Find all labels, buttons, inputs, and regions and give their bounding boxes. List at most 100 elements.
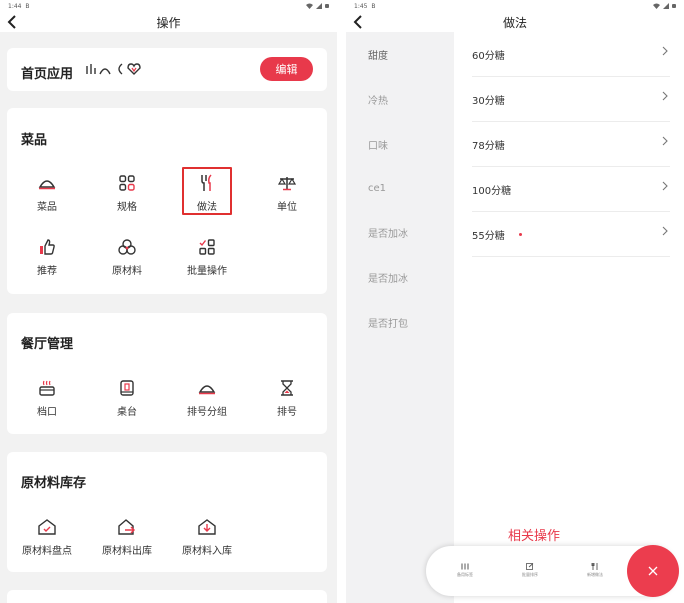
grid-item-label: 推荐 bbox=[37, 266, 57, 277]
option-row[interactable]: 55分糖 bbox=[472, 212, 670, 257]
battery-icon bbox=[325, 4, 329, 8]
ingredients-mini-icon bbox=[86, 64, 96, 74]
back-button[interactable] bbox=[350, 14, 366, 30]
action-add-method[interactable]: 新增做法 bbox=[572, 563, 618, 578]
battery-icon bbox=[672, 4, 676, 8]
queue-group-icon bbox=[196, 377, 218, 399]
header: 做法 bbox=[346, 12, 684, 32]
back-button[interactable] bbox=[4, 14, 20, 30]
action-label: 新增做法 bbox=[587, 572, 603, 577]
inbound-icon bbox=[196, 516, 218, 538]
signal-icon bbox=[316, 3, 322, 9]
action-batch-sort[interactable]: 批量排序 bbox=[507, 563, 553, 578]
page-title: 做法 bbox=[502, 15, 527, 30]
chevron-right-icon bbox=[662, 226, 668, 236]
grid-item-ingredients[interactable]: 原材料 bbox=[97, 236, 157, 277]
grid-item-label: 原材料入库 bbox=[182, 546, 232, 557]
grid-item-spec[interactable]: 规格 bbox=[97, 172, 157, 213]
option-row[interactable]: 78分糖 bbox=[472, 122, 670, 167]
ingredients-icon bbox=[116, 236, 138, 258]
category-item[interactable]: 冷热 bbox=[346, 77, 454, 121]
grid-item-label: 桌台 bbox=[117, 407, 137, 418]
option-label: 60分糖 bbox=[472, 50, 505, 62]
related-actions-label: 相关操作 bbox=[508, 529, 561, 544]
batch-grid-icon bbox=[196, 236, 218, 258]
chevron-right-icon bbox=[662, 181, 668, 191]
dishes-card: 菜品 菜品 规格 做法 单位 推荐 原材料 批量操作 bbox=[7, 108, 327, 294]
cutlery-icon bbox=[591, 563, 598, 570]
option-label: 30分糖 bbox=[472, 95, 505, 107]
grid-item-recommend[interactable]: 推荐 bbox=[17, 236, 77, 277]
inventory-title: 原材料库存 bbox=[21, 476, 87, 491]
list-icon bbox=[461, 563, 469, 570]
scale-icon bbox=[276, 172, 298, 194]
category-item[interactable]: 口味 bbox=[346, 122, 454, 166]
queue-mini-icon bbox=[99, 68, 111, 75]
next-card bbox=[7, 590, 327, 603]
system-icons bbox=[306, 3, 329, 9]
grid-item-label: 原材料盘点 bbox=[22, 546, 72, 557]
page-title: 操作 bbox=[156, 15, 181, 30]
table-icon bbox=[116, 377, 138, 399]
left-screen: 1:44 B 操作 首页应用 编辑 菜品 菜品 规格 做法 单位 推荐 原材料 … bbox=[0, 0, 337, 603]
grid-item-label: 档口 bbox=[37, 407, 57, 418]
grid-item-queue-group[interactable]: 排号分组 bbox=[177, 377, 237, 418]
grid-item-batch[interactable]: 批量操作 bbox=[177, 236, 237, 277]
edit-icon bbox=[526, 563, 534, 570]
restaurant-title: 餐厅管理 bbox=[21, 337, 74, 352]
edit-button[interactable]: 编辑 bbox=[260, 57, 313, 81]
category-item[interactable]: ce1 bbox=[346, 166, 454, 210]
category-item[interactable]: 是否加冰 bbox=[346, 210, 454, 254]
chevron-left-icon bbox=[353, 15, 362, 29]
wifi-icon bbox=[306, 3, 313, 9]
chevron-right-icon bbox=[662, 46, 668, 56]
signal-icon bbox=[663, 3, 669, 9]
grid-item-label: 菜品 bbox=[37, 202, 57, 213]
grid-item-stocktake[interactable]: 原材料盘点 bbox=[17, 516, 77, 557]
chevron-left-icon bbox=[7, 15, 16, 29]
status-bar: 1:44 B bbox=[0, 0, 337, 12]
cloche-icon bbox=[36, 172, 58, 194]
inventory-card: 原材料库存 原材料盘点 原材料出库 原材料入库 bbox=[7, 452, 327, 572]
grid-item-label: 原材料出库 bbox=[102, 546, 152, 557]
grid-item-dish[interactable]: 菜品 bbox=[17, 172, 77, 213]
status-time: 1:45 B bbox=[354, 2, 376, 10]
chevron-right-icon bbox=[662, 91, 668, 101]
thumbs-up-icon bbox=[36, 236, 58, 258]
system-icons bbox=[653, 3, 676, 9]
close-icon bbox=[648, 566, 658, 576]
grid-item-queue[interactable]: 排号 bbox=[257, 377, 317, 418]
category-item[interactable]: 是否打包 bbox=[346, 300, 454, 344]
home-apps-card: 首页应用 编辑 bbox=[7, 48, 327, 91]
status-time: 1:44 B bbox=[8, 2, 30, 10]
option-row[interactable]: 30分糖 bbox=[472, 77, 670, 122]
category-item[interactable]: 甜度 bbox=[346, 32, 454, 76]
option-row[interactable]: 60分糖 bbox=[472, 32, 670, 77]
option-label: 78分糖 bbox=[472, 140, 505, 152]
header: 操作 bbox=[0, 12, 337, 32]
option-row[interactable]: 100分糖 bbox=[472, 167, 670, 212]
action-label: 批量排序 bbox=[522, 572, 538, 577]
close-actions-button[interactable] bbox=[627, 545, 679, 597]
grid-item-unit[interactable]: 单位 bbox=[257, 172, 317, 213]
wifi-icon bbox=[653, 3, 660, 9]
grid-item-table[interactable]: 桌台 bbox=[97, 377, 157, 418]
category-item[interactable]: 是否加冰 bbox=[346, 255, 454, 299]
home-apps-title: 首页应用 bbox=[21, 67, 74, 82]
grid-item-label: 排号分组 bbox=[187, 407, 227, 418]
grid-item-outbound[interactable]: 原材料出库 bbox=[97, 516, 157, 557]
grid-item-stall[interactable]: 档口 bbox=[17, 377, 77, 418]
dishes-title: 菜品 bbox=[21, 133, 48, 148]
recommend-mini-icon bbox=[118, 63, 123, 75]
action-spare-tags[interactable]: 备用标签 bbox=[442, 563, 488, 578]
grid-item-label: 原材料 bbox=[112, 266, 142, 277]
required-dot bbox=[518, 232, 522, 236]
grid-item-label: 单位 bbox=[277, 202, 297, 213]
outbound-icon bbox=[116, 516, 138, 538]
status-bar: 1:45 B bbox=[346, 0, 684, 12]
grid-item-label: 规格 bbox=[117, 202, 137, 213]
grid-icon bbox=[116, 172, 138, 194]
option-label: 100分糖 bbox=[472, 185, 512, 197]
option-label: 55分糖 bbox=[472, 230, 505, 242]
grid-item-inbound[interactable]: 原材料入库 bbox=[177, 516, 237, 557]
